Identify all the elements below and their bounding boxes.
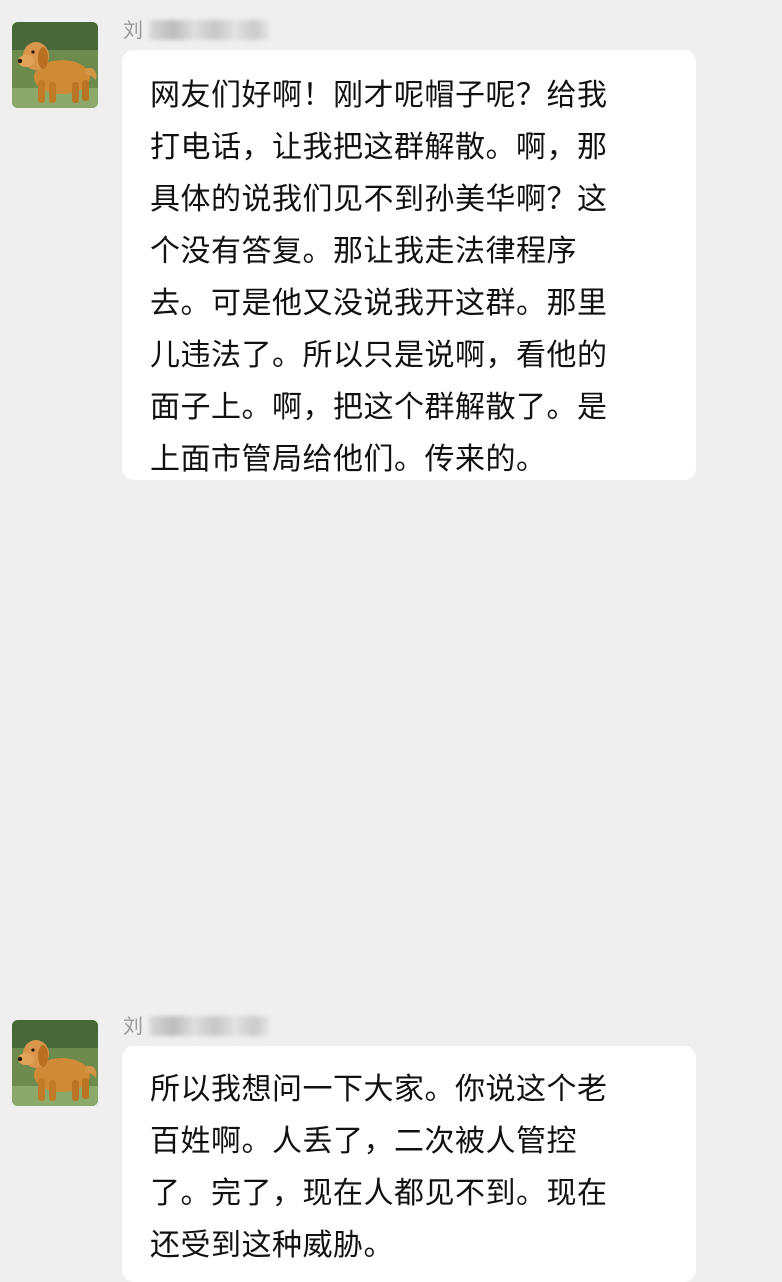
message-item: 刘 所以我想问一下大家。你说这个老 百姓啊。人丢了，二次被人管控 了。完了，现在…: [0, 500, 782, 1282]
message-text: 网友们好啊！刚才呢帽子呢？给我 打电话，让我把这群解散。啊，那 具体的说我们见不…: [150, 78, 608, 477]
sender-name: 刘: [123, 1014, 143, 1038]
message-bubble[interactable]: 所以我想问一下大家。你说这个老 百姓啊。人丢了，二次被人管控 了。完了，现在人都…: [122, 1046, 696, 1282]
message-bubble[interactable]: 网友们好啊！刚才呢帽子呢？给我 打电话，让我把这群解散。啊，那 具体的说我们见不…: [122, 50, 696, 480]
redacted-name-blur: [149, 20, 269, 40]
avatar[interactable]: [12, 1020, 98, 1106]
message-text: 所以我想问一下大家。你说这个老 百姓啊。人丢了，二次被人管控 了。完了，现在人都…: [150, 1072, 608, 1263]
golden-retriever-icon: [12, 1020, 98, 1106]
avatar[interactable]: [12, 22, 98, 108]
chat-window: 刘 网友们好啊！刚才呢帽子呢？给我 打电话，让我把这群解散。啊，那 具体的说我们…: [0, 0, 782, 1282]
redacted-name-blur: [149, 1016, 269, 1036]
message-item: 刘 网友们好啊！刚才呢帽子呢？给我 打电话，让我把这群解散。啊，那 具体的说我们…: [0, 0, 782, 490]
sender-label: 刘: [123, 1012, 269, 1040]
golden-retriever-icon: [12, 22, 98, 108]
sender-name: 刘: [123, 18, 143, 42]
sender-label: 刘: [123, 16, 269, 44]
